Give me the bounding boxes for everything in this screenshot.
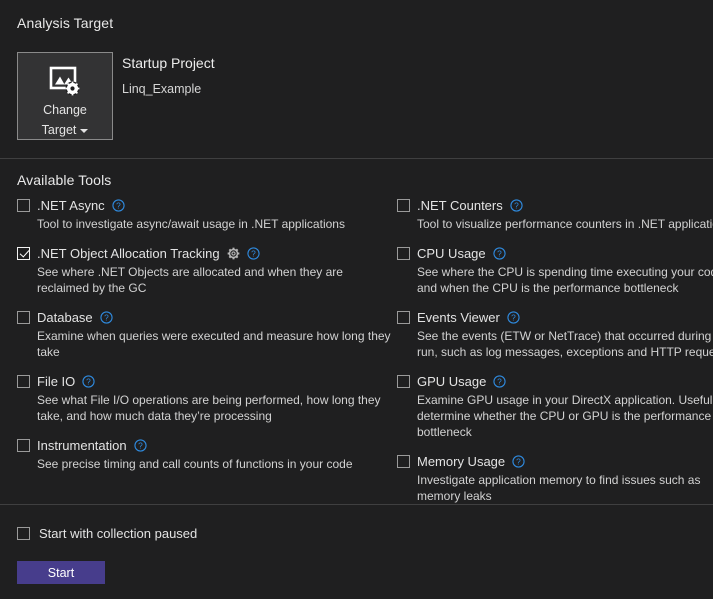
tool-item: .NET Counters? Tool to visualize performa… <box>397 196 713 232</box>
help-icon[interactable]: ? <box>493 247 506 260</box>
tool-description: See the events (ETW or NetTrace) that oc… <box>417 328 713 360</box>
tool-item: File IO? See what File I/O operations are… <box>17 372 397 424</box>
tool-checkbox[interactable] <box>397 199 410 212</box>
tool-description: See precise timing and call counts of fu… <box>37 456 397 472</box>
svg-text:?: ? <box>138 440 143 450</box>
tool-description: See what File I/O operations are being p… <box>37 392 397 424</box>
tool-item: .NET Object Allocation Tracking? See wher… <box>17 244 397 296</box>
tool-name: .NET Counters <box>417 198 503 213</box>
tool-checkbox[interactable] <box>17 199 30 212</box>
start-paused-row: Start with collection paused <box>17 526 197 541</box>
tool-header: Database? <box>17 308 397 326</box>
analysis-target-heading: Analysis Target <box>17 15 113 31</box>
tool-name: Instrumentation <box>37 438 127 453</box>
startup-project-value: Linq_Example <box>122 82 201 96</box>
tool-checkbox[interactable] <box>17 311 30 324</box>
tool-checkbox[interactable] <box>17 439 30 452</box>
help-icon[interactable]: ? <box>510 199 523 212</box>
tool-checkbox[interactable] <box>397 247 410 260</box>
svg-text:?: ? <box>86 376 91 386</box>
tool-description: See where .NET Objects are allocated and… <box>37 264 397 296</box>
tool-description: Tool to visualize performance counters i… <box>417 216 713 232</box>
help-icon[interactable]: ? <box>247 247 260 260</box>
start-with-collection-paused-label: Start with collection paused <box>39 526 197 541</box>
tool-header: GPU Usage? <box>397 372 713 390</box>
svg-text:?: ? <box>516 456 521 466</box>
tools-column-left: .NET Async? Tool to investigate async/awa… <box>17 196 397 484</box>
tool-name: CPU Usage <box>417 246 486 261</box>
change-target-label-text: Target <box>42 122 77 138</box>
svg-text:?: ? <box>497 248 502 258</box>
svg-text:?: ? <box>104 312 109 322</box>
tool-name: File IO <box>37 374 75 389</box>
tool-item: Events Viewer? See the events (ETW or Net… <box>397 308 713 360</box>
available-tools-heading: Available Tools <box>17 172 111 188</box>
help-icon[interactable]: ? <box>134 439 147 452</box>
help-icon[interactable]: ? <box>112 199 125 212</box>
divider-top <box>0 158 713 159</box>
tool-description: Examine when queries were executed and m… <box>37 328 397 360</box>
tool-description: Investigate application memory to find i… <box>417 472 713 504</box>
tool-header: Instrumentation? <box>17 436 397 454</box>
tool-description: Examine GPU usage in your DirectX applic… <box>417 392 713 440</box>
gear-icon[interactable] <box>227 247 240 260</box>
tool-name: Memory Usage <box>417 454 505 469</box>
tool-item: Database? Examine when queries were execu… <box>17 308 397 360</box>
tool-item: Memory Usage? Investigate application mem… <box>397 452 713 504</box>
start-button[interactable]: Start <box>17 561 105 584</box>
svg-text:?: ? <box>116 200 121 210</box>
help-icon[interactable]: ? <box>493 375 506 388</box>
tool-header: .NET Counters? <box>397 196 713 214</box>
change-target-label-line1: Change <box>43 102 87 118</box>
tool-header: Memory Usage? <box>397 452 713 470</box>
svg-text:?: ? <box>514 200 519 210</box>
tool-checkbox[interactable] <box>17 375 30 388</box>
tool-name: Events Viewer <box>417 310 500 325</box>
tool-header: .NET Object Allocation Tracking? <box>17 244 397 262</box>
tool-name: GPU Usage <box>417 374 486 389</box>
tool-name: .NET Async <box>37 198 105 213</box>
tool-header: Events Viewer? <box>397 308 713 326</box>
tool-item: CPU Usage? See where the CPU is spending … <box>397 244 713 296</box>
tool-header: File IO? <box>17 372 397 390</box>
help-icon[interactable]: ? <box>82 375 95 388</box>
tool-name: Database <box>37 310 93 325</box>
tools-column-right: .NET Counters? Tool to visualize performa… <box>397 196 713 516</box>
svg-text:?: ? <box>498 376 503 386</box>
tool-header: .NET Async? <box>17 196 397 214</box>
tool-item: GPU Usage? Examine GPU usage in your Dire… <box>397 372 713 440</box>
tool-header: CPU Usage? <box>397 244 713 262</box>
tool-checkbox[interactable] <box>397 375 410 388</box>
tool-checkbox[interactable] <box>17 247 30 260</box>
help-icon[interactable]: ? <box>100 311 113 324</box>
change-target-button[interactable]: Change Target <box>17 52 113 140</box>
profiler-launch-pane: Analysis Target <box>0 0 713 599</box>
help-icon[interactable]: ? <box>507 311 520 324</box>
tool-checkbox[interactable] <box>397 455 410 468</box>
tool-description: See where the CPU is spending time execu… <box>417 264 713 296</box>
start-with-collection-paused-checkbox[interactable] <box>17 527 30 540</box>
tool-name: .NET Object Allocation Tracking <box>37 246 220 261</box>
tool-item: Instrumentation? See precise timing and c… <box>17 436 397 472</box>
tool-checkbox[interactable] <box>397 311 410 324</box>
svg-text:?: ? <box>251 248 256 258</box>
help-icon[interactable]: ? <box>512 455 525 468</box>
tool-description: Tool to investigate async/await usage in… <box>37 216 397 232</box>
svg-text:?: ? <box>511 312 516 322</box>
chevron-down-icon <box>80 129 88 133</box>
tool-item: .NET Async? Tool to investigate async/awa… <box>17 196 397 232</box>
image-settings-icon <box>48 64 82 98</box>
divider-bottom <box>0 504 713 505</box>
startup-project-label: Startup Project <box>122 55 215 71</box>
change-target-label-line2: Target <box>42 122 89 138</box>
